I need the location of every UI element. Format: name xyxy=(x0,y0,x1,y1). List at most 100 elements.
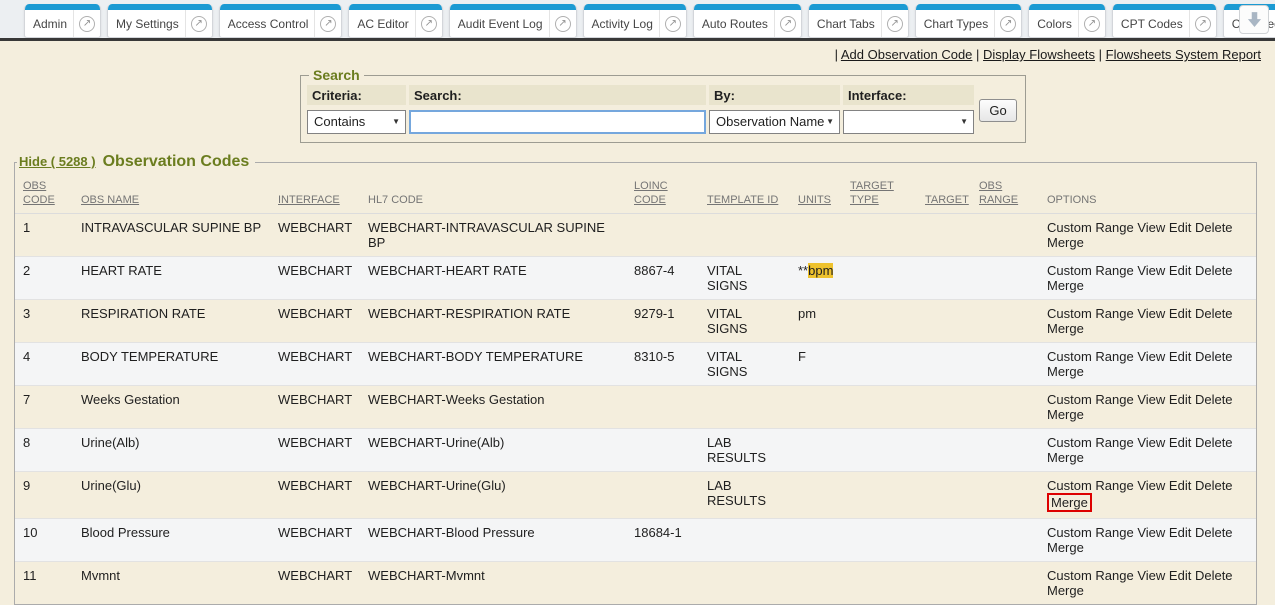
tab-launch-button[interactable]: ↗ xyxy=(774,10,801,37)
by-select[interactable]: Observation Name ▼ xyxy=(709,110,840,134)
option-view[interactable]: View xyxy=(1137,306,1165,321)
option-edit[interactable]: Edit xyxy=(1169,220,1191,235)
go-button[interactable]: Go xyxy=(979,99,1016,122)
option-delete[interactable]: Delete xyxy=(1195,263,1233,278)
tab-launch-button[interactable]: ↗ xyxy=(881,10,908,37)
cell-obs-range xyxy=(971,257,1039,300)
option-delete[interactable]: Delete xyxy=(1195,435,1233,450)
option-custom-range[interactable]: Custom Range xyxy=(1047,349,1134,364)
option-merge[interactable]: Merge xyxy=(1047,493,1092,512)
tab-launch-button[interactable]: ↗ xyxy=(549,10,576,37)
cell-target-type xyxy=(842,429,917,472)
col-obs-range[interactable]: OBS RANGE xyxy=(971,171,1039,214)
option-custom-range[interactable]: Custom Range xyxy=(1047,392,1134,407)
option-view[interactable]: View xyxy=(1137,435,1165,450)
tab-cpt-codes[interactable]: CPT Codes ↗ xyxy=(1112,4,1217,38)
option-view[interactable]: View xyxy=(1137,478,1165,493)
cell-target-type xyxy=(842,519,917,562)
option-merge[interactable]: Merge xyxy=(1047,407,1084,422)
open-in-new-window-icon: ↗ xyxy=(79,16,95,32)
tab-access-control[interactable]: Access Control ↗ xyxy=(219,4,343,38)
col-target-type[interactable]: TARGET TYPE xyxy=(842,171,917,214)
search-label: Search: xyxy=(409,85,706,105)
option-custom-range[interactable]: Custom Range xyxy=(1047,478,1134,493)
tab-audit-event-log[interactable]: Audit Event Log ↗ xyxy=(449,4,577,38)
option-delete[interactable]: Delete xyxy=(1195,306,1233,321)
option-edit[interactable]: Edit xyxy=(1169,435,1191,450)
tab-chart-tabs[interactable]: Chart Tabs ↗ xyxy=(808,4,909,38)
option-view[interactable]: View xyxy=(1137,392,1165,407)
option-custom-range[interactable]: Custom Range xyxy=(1047,435,1134,450)
option-view[interactable]: View xyxy=(1137,263,1165,278)
tab-chart-types[interactable]: Chart Types ↗ xyxy=(915,4,1022,38)
option-delete[interactable]: Delete xyxy=(1195,568,1233,583)
option-merge[interactable]: Merge xyxy=(1047,235,1084,250)
link-display-flowsheets[interactable]: Display Flowsheets xyxy=(983,47,1095,62)
option-merge[interactable]: Merge xyxy=(1047,321,1084,336)
tab-ac-editor[interactable]: AC Editor ↗ xyxy=(348,4,442,38)
tab-label: Chart Types xyxy=(924,17,994,31)
option-merge[interactable]: Merge xyxy=(1047,540,1084,555)
table-row: 10 Blood Pressure WEBCHART WEBCHART-Bloo… xyxy=(15,519,1256,562)
col-obs-name[interactable]: OBS NAME xyxy=(73,171,270,214)
option-edit[interactable]: Edit xyxy=(1169,478,1191,493)
link-add-observation-code[interactable]: Add Observation Code xyxy=(841,47,973,62)
option-delete[interactable]: Delete xyxy=(1195,220,1233,235)
option-view[interactable]: View xyxy=(1137,220,1165,235)
tab-auto-routes[interactable]: Auto Routes ↗ xyxy=(693,4,802,38)
scroll-tabs-button[interactable] xyxy=(1239,5,1269,34)
col-template-id[interactable]: TEMPLATE ID xyxy=(699,171,790,214)
search-input[interactable] xyxy=(409,110,706,134)
criteria-select[interactable]: Contains ▼ xyxy=(307,110,406,134)
option-edit[interactable]: Edit xyxy=(1169,568,1191,583)
cell-obs-range xyxy=(971,343,1039,386)
tab-launch-button[interactable]: ↗ xyxy=(185,10,212,37)
tab-launch-button[interactable]: ↗ xyxy=(73,10,100,37)
cell-target xyxy=(917,257,971,300)
tab-colors[interactable]: Colors ↗ xyxy=(1028,4,1106,38)
option-merge[interactable]: Merge xyxy=(1047,450,1084,465)
option-custom-range[interactable]: Custom Range xyxy=(1047,525,1134,540)
tab-launch-button[interactable]: ↗ xyxy=(314,10,341,37)
option-delete[interactable]: Delete xyxy=(1195,478,1233,493)
cell-units xyxy=(790,562,842,605)
tab-my-settings[interactable]: My Settings ↗ xyxy=(107,4,213,38)
option-edit[interactable]: Edit xyxy=(1169,349,1191,364)
option-custom-range[interactable]: Custom Range xyxy=(1047,263,1134,278)
tab-launch-button[interactable]: ↗ xyxy=(994,10,1021,37)
col-interface[interactable]: INTERFACE xyxy=(270,171,360,214)
option-delete[interactable]: Delete xyxy=(1195,349,1233,364)
tab-launch-button[interactable]: ↗ xyxy=(659,10,686,37)
tab-launch-button[interactable]: ↗ xyxy=(1189,10,1216,37)
hide-count-link[interactable]: Hide ( 5288 ) xyxy=(19,154,96,169)
option-delete[interactable]: Delete xyxy=(1195,525,1233,540)
cell-obs-code: 7 xyxy=(15,386,73,429)
option-merge[interactable]: Merge xyxy=(1047,583,1084,598)
cell-obs-code: 4 xyxy=(15,343,73,386)
option-view[interactable]: View xyxy=(1137,525,1165,540)
tab-launch-button[interactable]: ↗ xyxy=(1078,10,1105,37)
col-target[interactable]: TARGET xyxy=(917,171,971,214)
option-custom-range[interactable]: Custom Range xyxy=(1047,220,1134,235)
option-edit[interactable]: Edit xyxy=(1169,392,1191,407)
tab-activity-log[interactable]: Activity Log ↗ xyxy=(583,4,687,38)
link-flowsheets-system-report[interactable]: Flowsheets System Report xyxy=(1106,47,1261,62)
option-view[interactable]: View xyxy=(1137,568,1165,583)
interface-select[interactable]: ▼ xyxy=(843,110,974,134)
col-units[interactable]: UNITS xyxy=(790,171,842,214)
option-custom-range[interactable]: Custom Range xyxy=(1047,306,1134,321)
option-merge[interactable]: Merge xyxy=(1047,278,1084,293)
option-custom-range[interactable]: Custom Range xyxy=(1047,568,1134,583)
option-edit[interactable]: Edit xyxy=(1169,525,1191,540)
table-row: 2 HEART RATE WEBCHART WEBCHART-HEART RAT… xyxy=(15,257,1256,300)
col-loinc-code[interactable]: LOINC CODE xyxy=(626,171,699,214)
option-edit[interactable]: Edit xyxy=(1169,263,1191,278)
table-body: 1 INTRAVASCULAR SUPINE BP WEBCHART WEBCH… xyxy=(15,214,1256,605)
option-merge[interactable]: Merge xyxy=(1047,364,1084,379)
option-view[interactable]: View xyxy=(1137,349,1165,364)
option-delete[interactable]: Delete xyxy=(1195,392,1233,407)
option-edit[interactable]: Edit xyxy=(1169,306,1191,321)
tab-admin[interactable]: Admin ↗ xyxy=(24,4,101,38)
col-obs-code[interactable]: OBS CODE xyxy=(15,171,73,214)
tab-launch-button[interactable]: ↗ xyxy=(415,10,442,37)
